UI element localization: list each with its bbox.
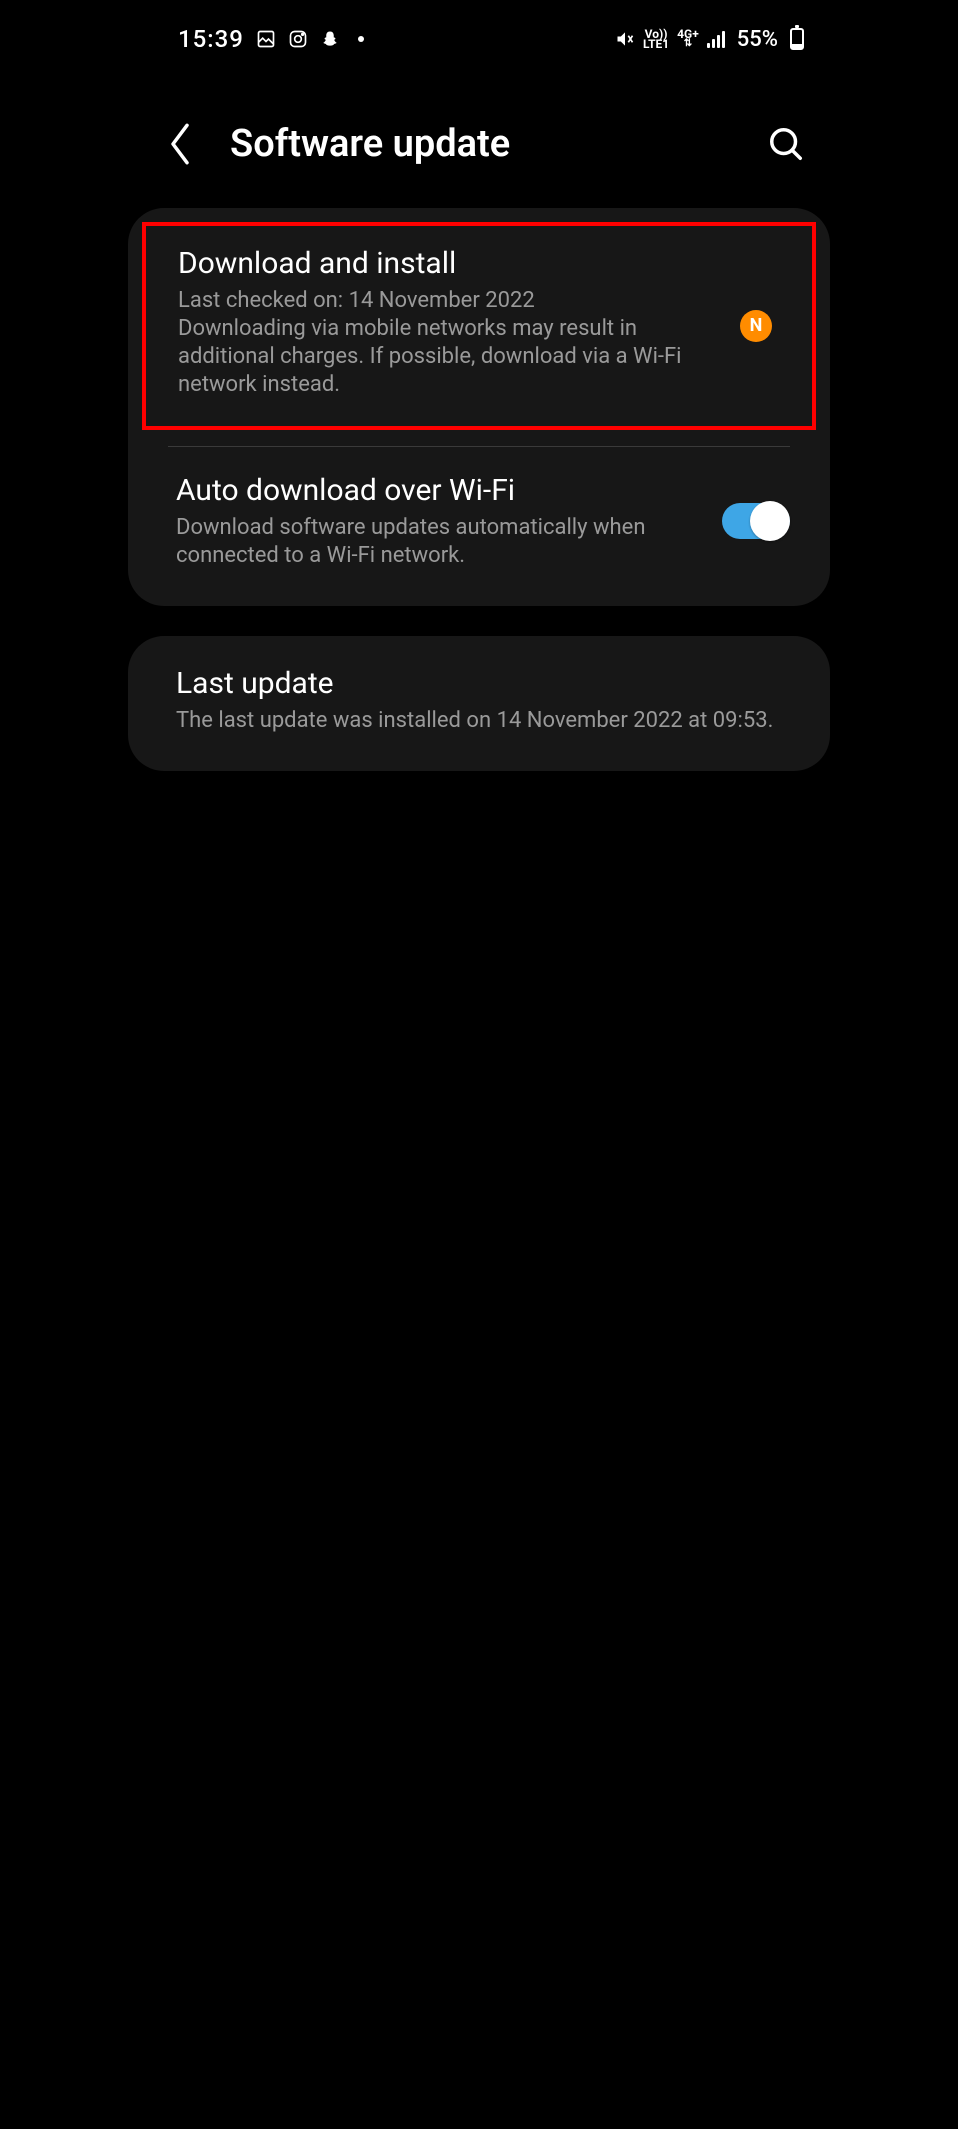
- snapchat-icon: [320, 29, 340, 49]
- instagram-icon: [288, 29, 308, 49]
- gallery-icon: [256, 29, 276, 49]
- download-install-subtitle: Last checked on: 14 November 2022 Downlo…: [178, 287, 778, 400]
- search-button[interactable]: [764, 122, 808, 166]
- battery-icon: [790, 28, 804, 50]
- last-update-title: Last update: [176, 666, 782, 701]
- data-indicator: 4G+ ⇅: [677, 29, 699, 49]
- more-indicator-icon: [358, 36, 364, 42]
- back-button[interactable]: [166, 120, 194, 168]
- auto-download-toggle[interactable]: [722, 503, 790, 539]
- notification-badge: N: [740, 310, 772, 342]
- settings-card-2[interactable]: Last update The last update was installe…: [128, 636, 830, 771]
- auto-download-title: Auto download over Wi-Fi: [176, 473, 702, 508]
- battery-percent: 55%: [737, 27, 778, 52]
- mute-icon: [615, 29, 635, 49]
- auto-download-row[interactable]: Auto download over Wi-Fi Download softwa…: [128, 447, 830, 606]
- download-and-install-row[interactable]: Download and install Last checked on: 14…: [142, 222, 816, 430]
- signal-bars-icon: [707, 30, 725, 48]
- status-time: 15:39: [178, 25, 244, 53]
- page-title: Software update: [230, 122, 728, 166]
- download-install-title: Download and install: [178, 246, 778, 281]
- app-header: Software update: [126, 64, 832, 208]
- settings-card-1: Download and install Last checked on: 14…: [128, 208, 830, 606]
- auto-download-subtitle: Download software updates automatically …: [176, 514, 702, 570]
- status-bar: 15:39 Vo)) LTE1 4G+ ⇅: [126, 14, 832, 64]
- volte-indicator: Vo)) LTE1: [643, 29, 669, 49]
- last-update-subtitle: The last update was installed on 14 Nove…: [176, 707, 782, 735]
